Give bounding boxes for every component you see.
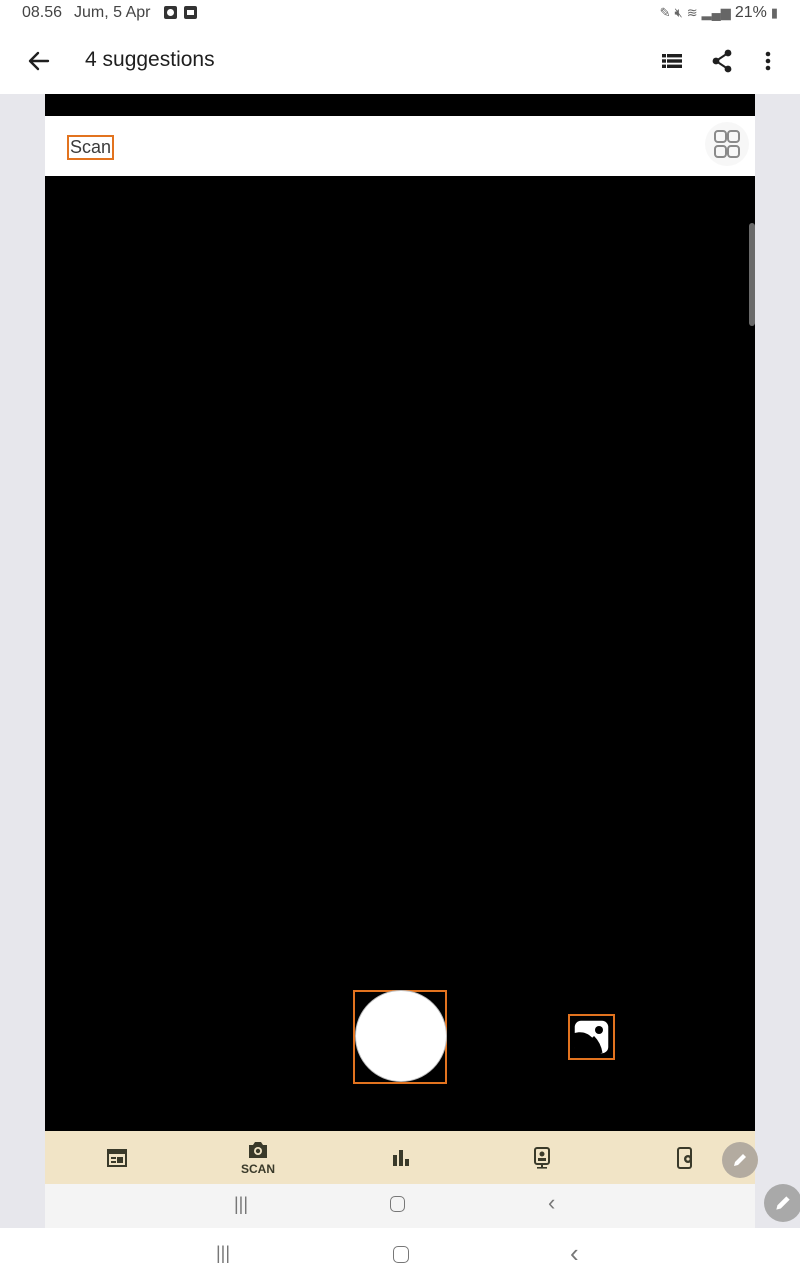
nav-back-icon[interactable]: ‹	[570, 1238, 579, 1269]
device-settings-icon	[677, 1146, 692, 1169]
list-view-icon	[662, 54, 682, 68]
scan-label[interactable]: Scan	[67, 135, 115, 160]
home-icon[interactable]	[393, 1246, 409, 1263]
nav-back-icon[interactable]: ‹	[548, 1190, 555, 1216]
nav-item-stats[interactable]	[380, 1131, 420, 1184]
mute-icon: 🔇︎	[674, 5, 683, 20]
share-button[interactable]	[705, 44, 739, 78]
status-right: ✎ 🔇︎ ≋ ▂▄▆ 21% ▮	[660, 4, 778, 22]
scan-header: Scan	[45, 116, 755, 176]
inner-system-nav: ||| ‹	[45, 1184, 755, 1228]
gallery-icon	[573, 1019, 610, 1055]
top-strip	[45, 94, 755, 116]
card-icon	[107, 1148, 127, 1167]
nav-item-device-settings[interactable]	[665, 1131, 705, 1184]
pencil-icon	[734, 1154, 746, 1166]
list-view-button[interactable]	[655, 44, 689, 78]
status-time: 08.56	[22, 4, 63, 21]
recents-icon[interactable]: |||	[216, 1243, 230, 1264]
page-title: 4 suggestions	[85, 48, 215, 71]
scrollbar-thumb[interactable]	[749, 223, 755, 326]
pencil-icon	[776, 1196, 790, 1210]
shutter-button[interactable]	[355, 990, 447, 1082]
wifi-icon: ≋	[686, 5, 698, 20]
product-icon	[534, 1146, 550, 1169]
shutter-button-frame[interactable]	[353, 990, 447, 1084]
share-icon	[712, 49, 732, 73]
battery-percent: 21%	[734, 4, 767, 21]
recents-icon[interactable]: |||	[234, 1194, 248, 1215]
bottom-nav: SCAN	[45, 1131, 755, 1184]
nav-item-product[interactable]	[522, 1131, 562, 1184]
pen-icon: ✎	[659, 5, 671, 20]
edit-floating-button-outer[interactable]	[764, 1184, 800, 1222]
gallery-button[interactable]	[568, 1014, 615, 1060]
edit-floating-button[interactable]	[722, 1142, 758, 1178]
camera-icon	[249, 1141, 267, 1158]
app-bar: 4 suggestions	[0, 26, 800, 94]
gallery-notification-icon	[184, 6, 197, 19]
signal-icon: ▂▄▆	[701, 5, 731, 20]
nav-item-scan[interactable]: SCAN	[228, 1131, 288, 1184]
system-nav-bar: ||| ‹	[0, 1228, 800, 1280]
nav-item-cards[interactable]	[97, 1131, 137, 1184]
view-toggle-button[interactable]	[705, 122, 749, 166]
home-icon[interactable]	[390, 1196, 405, 1212]
grid-icon	[714, 130, 727, 143]
more-vert-icon	[765, 51, 771, 71]
back-arrow-icon	[28, 51, 50, 71]
status-bar: 08.56 Jum, 5 Apr ✎ 🔇︎ ≋ ▂▄▆ 21% ▮	[0, 0, 800, 26]
status-date: Jum, 5 Apr	[74, 4, 151, 21]
battery-icon: ▮	[770, 5, 778, 20]
scan-webview: Scan	[45, 94, 755, 1228]
nav-label-scan: SCAN	[240, 1161, 275, 1176]
back-button[interactable]	[22, 44, 56, 78]
screen-record-icon	[164, 6, 177, 19]
bar-chart-icon	[393, 1149, 409, 1166]
more-options-button[interactable]	[751, 44, 785, 78]
